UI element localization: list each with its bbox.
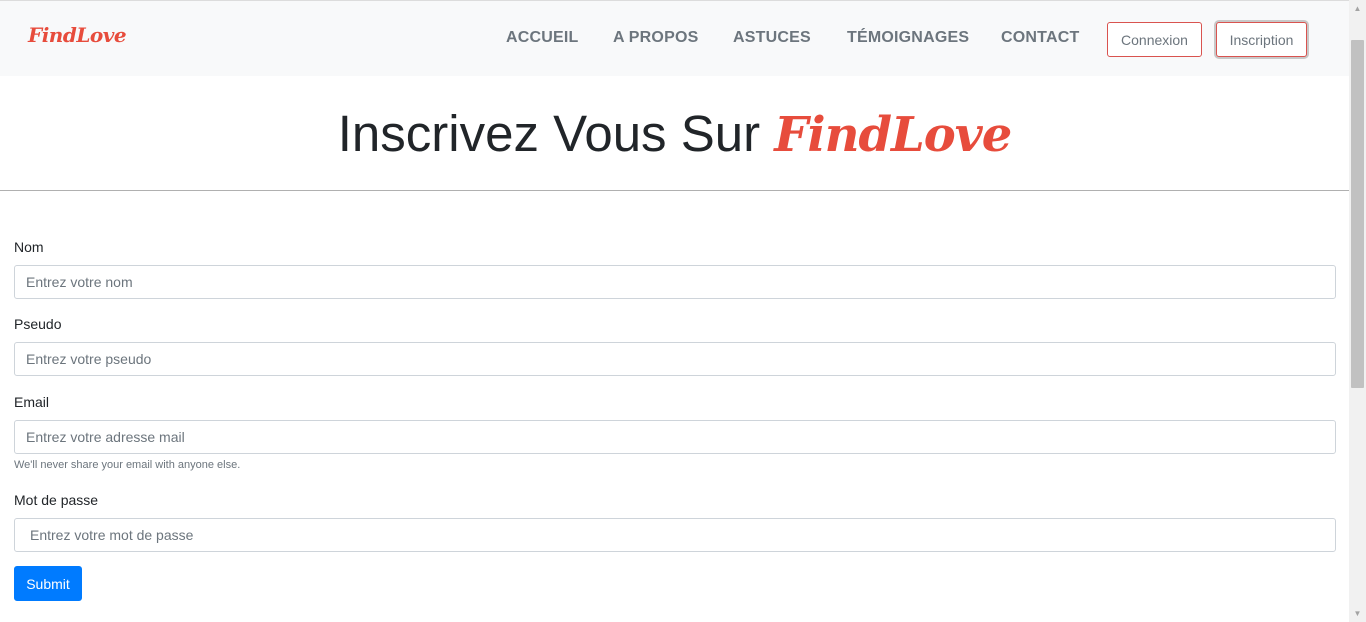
email-input[interactable] xyxy=(14,420,1336,454)
signup-button[interactable]: Inscription xyxy=(1216,22,1307,57)
pseudo-input[interactable] xyxy=(14,342,1336,376)
scroll-down-icon[interactable]: ▼ xyxy=(1349,605,1366,622)
submit-button[interactable]: Submit xyxy=(14,566,82,601)
page-scrollbar[interactable]: ▲ ▼ xyxy=(1349,0,1366,622)
scroll-up-icon[interactable]: ▲ xyxy=(1349,0,1366,17)
page-title-prefix: Inscrivez Vous Sur xyxy=(337,105,775,162)
brand-logo[interactable]: FindLove xyxy=(28,23,127,47)
navbar: FindLove ACCUEIL A PROPOS ASTUCES TÉMOIG… xyxy=(0,0,1349,76)
password-label: Mot de passe xyxy=(14,492,99,508)
name-label: Nom xyxy=(14,239,44,255)
password-input[interactable] xyxy=(14,518,1336,552)
login-button[interactable]: Connexion xyxy=(1107,22,1202,57)
nav-link-temoignages[interactable]: TÉMOIGNAGES xyxy=(847,29,969,47)
scroll-thumb[interactable] xyxy=(1351,40,1364,388)
nav-link-a-propos[interactable]: A PROPOS xyxy=(613,29,698,47)
nav-link-astuces[interactable]: ASTUCES xyxy=(733,29,811,47)
page-title: Inscrivez Vous Sur FindLove xyxy=(0,104,1349,163)
nav-link-contact[interactable]: CONTACT xyxy=(1001,29,1079,47)
nav-link-accueil[interactable]: ACCUEIL xyxy=(506,29,579,47)
email-label: Email xyxy=(14,394,50,410)
page-title-brand: FindLove xyxy=(774,107,1012,163)
email-help-text: We'll never share your email with anyone… xyxy=(14,459,241,471)
name-input[interactable] xyxy=(14,265,1336,299)
pseudo-label: Pseudo xyxy=(14,316,62,332)
hero-section: Inscrivez Vous Sur FindLove xyxy=(0,76,1349,191)
